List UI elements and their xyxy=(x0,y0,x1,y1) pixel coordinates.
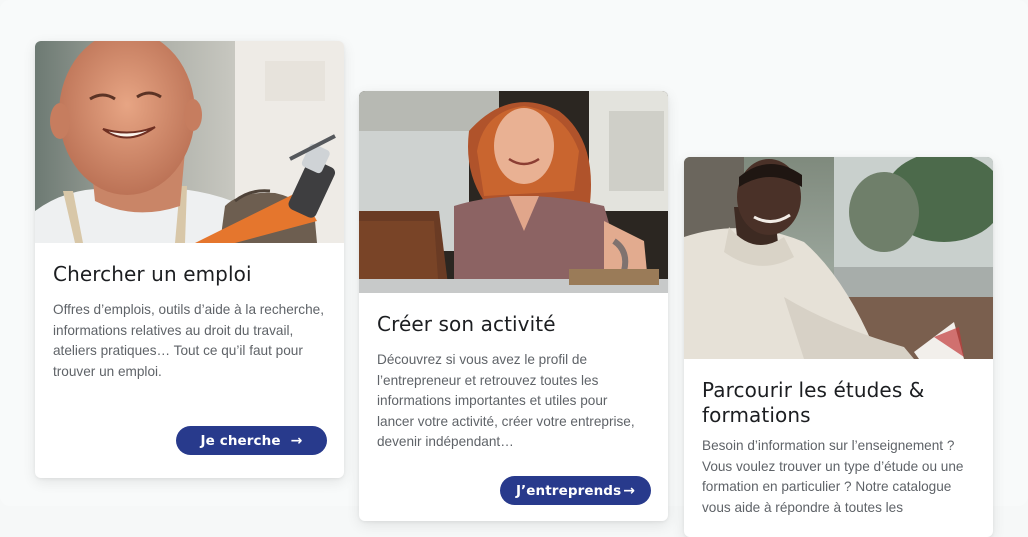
button-label: J’entreprends xyxy=(515,482,622,499)
je-cherche-button[interactable]: Je cherche → xyxy=(176,426,327,455)
card-photo xyxy=(359,91,668,293)
woman-laptop-photo xyxy=(359,91,668,293)
card-creer-activite[interactable]: Créer son activité Découvrez si vous ave… xyxy=(359,91,668,521)
card-title: Parcourir les études & formations xyxy=(702,378,925,427)
card-description: Offres d’emplois, outils d’aide à la rec… xyxy=(53,302,325,379)
student-reading-photo xyxy=(684,157,993,359)
button-label: Je cherche xyxy=(200,432,281,449)
card-description: Découvrez si vous avez le profil de l’en… xyxy=(377,352,635,450)
jentreprends-button[interactable]: J’entreprends → xyxy=(500,476,651,505)
arrow-right-icon: → xyxy=(290,432,303,449)
card-title: Créer son activité xyxy=(377,312,556,336)
card-title: Chercher un emploi xyxy=(53,262,252,286)
card-description: Besoin d’information sur l’enseignement … xyxy=(702,438,964,515)
card-parcourir-etudes[interactable]: Parcourir les études & formations Besoin… xyxy=(684,157,993,537)
page-background: Chercher un emploi Offres d’emplois, out… xyxy=(0,0,1028,537)
arrow-right-icon: → xyxy=(623,482,636,499)
smiling-man-photo xyxy=(35,41,344,243)
card-chercher-emploi[interactable]: Chercher un emploi Offres d’emplois, out… xyxy=(35,41,344,478)
card-photo xyxy=(35,41,344,243)
card-photo xyxy=(684,157,993,359)
